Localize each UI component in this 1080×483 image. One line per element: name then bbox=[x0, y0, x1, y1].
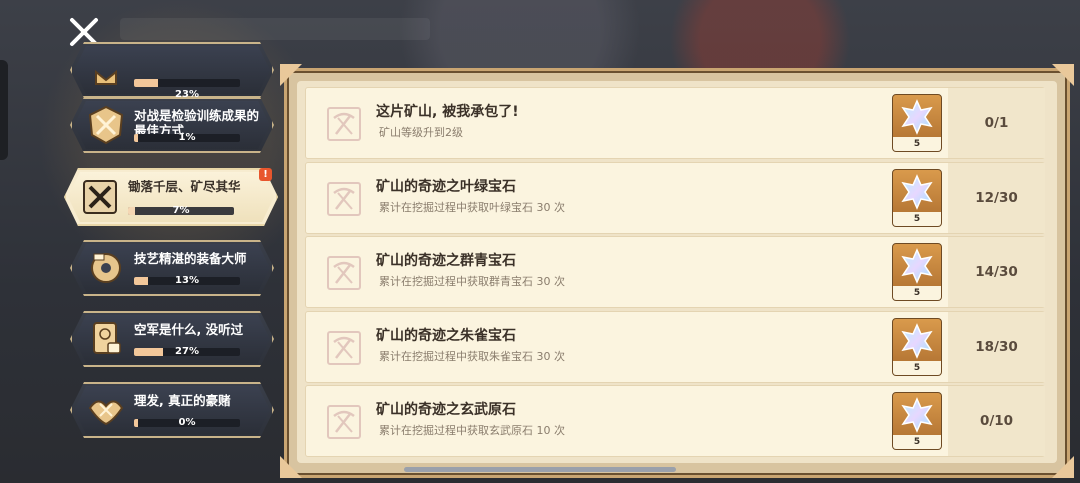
pickaxe-icon bbox=[326, 255, 362, 291]
achievement-row: 这片矿山, 被我承包了! 矿山等级升到2级 5 0/1 bbox=[305, 87, 1045, 159]
scroll-hand-icon bbox=[86, 319, 126, 359]
star-crystal-icon bbox=[901, 322, 933, 359]
category-percent: 0% bbox=[178, 417, 196, 428]
reward-item[interactable]: 5 bbox=[892, 243, 942, 301]
achievement-title: 矿山的奇迹之玄武原石 bbox=[376, 402, 516, 418]
achievement-title: 这片矿山, 被我承包了! bbox=[376, 104, 519, 120]
achievement-description: 矿山等级升到2级 bbox=[379, 126, 463, 139]
category-percent: 1% bbox=[178, 132, 196, 143]
achievement-description: 累计在挖掘过程中获取玄武原石 10 次 bbox=[379, 424, 565, 437]
reward-background bbox=[893, 95, 941, 139]
achievement-title: 矿山的奇迹之叶绿宝石 bbox=[376, 178, 516, 195]
left-edge-tab bbox=[0, 60, 8, 160]
achievement-list: 这片矿山, 被我承包了! 矿山等级升到2级 5 0/1 矿山的奇迹之叶绿宝石 累… bbox=[297, 81, 1057, 463]
category-progress-bar bbox=[134, 79, 240, 87]
reward-count: 5 bbox=[893, 286, 941, 300]
category-item-3[interactable]: 技艺精湛的装备大师 13% bbox=[70, 240, 274, 296]
reward-count: 5 bbox=[893, 137, 941, 151]
category-title: 技艺精湛的装备大师 bbox=[134, 251, 247, 266]
category-item-0[interactable]: 23% bbox=[70, 42, 274, 98]
category-title: 锄落千层、矿尽其华 bbox=[128, 179, 241, 194]
category-title: 理发, 真正的豪赌 bbox=[134, 393, 231, 408]
achievement-progress: 0/1 bbox=[948, 88, 1045, 158]
reward-background bbox=[893, 318, 941, 363]
achievement-row: 矿山的奇迹之叶绿宝石 累计在挖掘过程中获取叶绿宝石 30 次 5 12/30 bbox=[305, 161, 1045, 234]
reward-item[interactable]: 5 bbox=[892, 168, 942, 227]
star-crystal-icon bbox=[901, 173, 933, 210]
category-item-2[interactable]: 锄落千层、矿尽其华 7% bbox=[64, 168, 278, 226]
achievement-progress: 12/30 bbox=[948, 162, 1045, 233]
reward-count: 5 bbox=[893, 211, 941, 226]
category-item-5[interactable]: 理发, 真正的豪赌 0% bbox=[70, 382, 274, 438]
reward-count: 5 bbox=[893, 360, 941, 375]
background-toolbar bbox=[120, 18, 430, 40]
achievement-row: 矿山的奇迹之群青宝石 累计在挖掘过程中获取群青宝石 30 次 5 14/30 bbox=[305, 236, 1045, 308]
reward-item[interactable]: 5 bbox=[892, 317, 942, 376]
crossed-swords-icon bbox=[86, 105, 126, 145]
category-percent: 13% bbox=[175, 275, 199, 286]
trophy-icon bbox=[86, 50, 126, 90]
achievement-title: 矿山的奇迹之群青宝石 bbox=[376, 253, 516, 269]
crossed-pickaxe-icon bbox=[80, 177, 120, 217]
achievement-progress: 0/10 bbox=[948, 386, 1045, 456]
achievement-row: 矿山的奇迹之玄武原石 累计在挖掘过程中获取玄武原石 10 次 5 0/10 bbox=[305, 385, 1045, 457]
achievement-progress: 18/30 bbox=[948, 311, 1045, 382]
reward-item[interactable]: 5 bbox=[892, 392, 942, 450]
achievement-description: 累计在挖掘过程中获取朱雀宝石 30 次 bbox=[379, 349, 565, 363]
pickaxe-icon bbox=[326, 330, 362, 366]
star-crystal-icon bbox=[901, 99, 933, 135]
gear-hammer-icon bbox=[86, 248, 126, 288]
category-item-4[interactable]: 空军是什么, 没听过 27% bbox=[70, 311, 274, 367]
category-item-1[interactable]: 对战是检验训练成果的最佳方式 1% bbox=[70, 97, 274, 153]
pickaxe-icon bbox=[326, 404, 362, 440]
achievement-panel: 这片矿山, 被我承包了! 矿山等级升到2级 5 0/1 矿山的奇迹之叶绿宝石 累… bbox=[284, 68, 1070, 478]
category-title: 空军是什么, 没听过 bbox=[134, 322, 244, 337]
reward-background bbox=[893, 244, 941, 288]
pickaxe-icon bbox=[326, 106, 362, 142]
star-crystal-icon bbox=[901, 397, 933, 433]
category-percent: 27% bbox=[175, 346, 199, 357]
achievement-progress: 14/30 bbox=[948, 237, 1045, 307]
reward-background bbox=[893, 169, 941, 214]
reward-count: 5 bbox=[893, 435, 941, 449]
reward-item[interactable]: 5 bbox=[892, 94, 942, 152]
achievement-description: 累计在挖掘过程中获取群青宝石 30 次 bbox=[379, 275, 565, 288]
achievement-description: 累计在挖掘过程中获取叶绿宝石 30 次 bbox=[379, 200, 565, 214]
category-progress-fill bbox=[134, 79, 158, 87]
scissors-wings-icon bbox=[86, 390, 126, 430]
achievement-row: 矿山的奇迹之朱雀宝石 累计在挖掘过程中获取朱雀宝石 30 次 5 18/30 bbox=[305, 310, 1045, 383]
horizontal-scrollbar[interactable] bbox=[404, 467, 676, 472]
category-percent: 7% bbox=[172, 205, 190, 216]
alert-badge: ! bbox=[259, 168, 272, 181]
achievement-title: 矿山的奇迹之朱雀宝石 bbox=[376, 327, 516, 344]
star-crystal-icon bbox=[901, 248, 933, 284]
reward-background bbox=[893, 393, 941, 437]
pickaxe-icon bbox=[326, 181, 362, 217]
